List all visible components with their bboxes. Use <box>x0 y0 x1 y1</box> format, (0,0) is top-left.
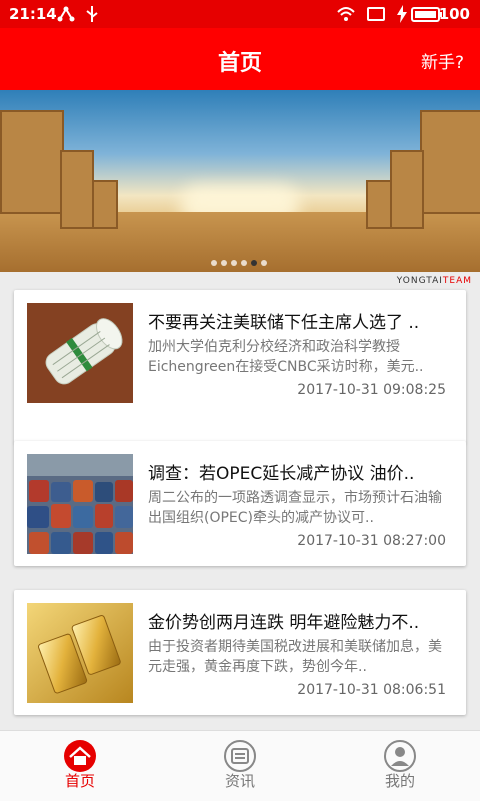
banner-left-railing <box>0 110 64 214</box>
news-card[interactable]: 调查：若OPEC延长减产协议 油价.. 周二公布的一项路透调查显示，市场预计石油… <box>14 441 466 566</box>
news-thumbnail-oil-barrels <box>27 454 133 554</box>
banner-watermark: YONGTAITEAM <box>397 276 472 286</box>
tab-home-label: 首页 <box>64 772 95 790</box>
news-summary: 周二公布的一项路透调查显示，市场预计石油输出国组织(OPEC)牵头的减产协议可.… <box>148 490 442 526</box>
news-thumbnail-gold <box>27 603 133 703</box>
status-bar: 21:14 100 <box>0 0 480 28</box>
banner-right-post <box>366 180 392 229</box>
watermark-accent: TEAM <box>442 276 472 286</box>
tab-news[interactable]: 资讯 <box>160 731 320 801</box>
banner-right-pillar <box>390 150 424 229</box>
news-thumbnail-cash <box>27 303 133 403</box>
news-card[interactable]: 金价势创两月连跌 明年避险魅力不.. 由于投资者期待美国税改进展和美联储加息，美… <box>14 590 466 715</box>
profile-icon <box>384 740 416 772</box>
news-summary: 加州大学伯克利分校经济和政治科学教授Eichengreen在接受CNBC采访时称… <box>148 339 424 375</box>
charging-icon <box>397 5 407 23</box>
share-icon <box>57 6 75 22</box>
banner-right-railing <box>420 110 480 214</box>
usb-icon <box>86 6 98 22</box>
tab-news-label: 资讯 <box>224 772 255 790</box>
news-title: 不要再关注美联储下任主席人选了 .. <box>148 313 420 333</box>
carousel-dot[interactable] <box>241 260 247 266</box>
wifi-icon <box>337 7 355 21</box>
news-title: 金价势创两月连跌 明年避险魅力不.. <box>148 613 420 633</box>
news-card[interactable]: 不要再关注美联储下任主席人选了 .. 加州大学伯克利分校经济和政治科学教授Eic… <box>14 290 466 443</box>
carousel-dot[interactable] <box>211 260 217 266</box>
bottom-tab-bar: 首页 资讯 我的 <box>0 730 480 801</box>
battery-level: 100 <box>438 5 470 23</box>
news-title: 调查：若OPEC延长减产协议 油价.. <box>148 464 415 484</box>
cast-icon <box>367 7 385 21</box>
news-summary: 由于投资者期待美国税改进展和美联储加息，美元走强，黄金再度下跌，势创今年.. <box>148 639 442 675</box>
carousel-indicator <box>211 260 267 266</box>
news-date: 2017-10-31 08:27:00 <box>297 533 446 549</box>
help-link[interactable]: 新手? <box>421 48 464 73</box>
tab-home[interactable]: 首页 <box>0 731 160 801</box>
tab-profile[interactable]: 我的 <box>320 731 480 801</box>
tab-profile-label: 我的 <box>384 772 415 790</box>
carousel-dot[interactable] <box>221 260 227 266</box>
home-icon <box>64 740 96 772</box>
status-time: 21:14 <box>9 5 57 23</box>
page-title: 首页 <box>217 51 262 76</box>
news-date: 2017-10-31 09:08:25 <box>297 382 446 398</box>
carousel-dot-active[interactable] <box>251 260 257 266</box>
banner-left-post <box>92 180 118 229</box>
banner-left-pillar <box>60 150 94 229</box>
watermark-main: YONGTAI <box>396 276 443 286</box>
carousel-dot[interactable] <box>261 260 267 266</box>
news-date: 2017-10-31 08:06:51 <box>297 682 446 698</box>
news-icon <box>224 740 256 772</box>
banner-carousel[interactable] <box>0 90 480 272</box>
app-header: 首页 新手? <box>0 28 480 90</box>
carousel-dot[interactable] <box>231 260 237 266</box>
